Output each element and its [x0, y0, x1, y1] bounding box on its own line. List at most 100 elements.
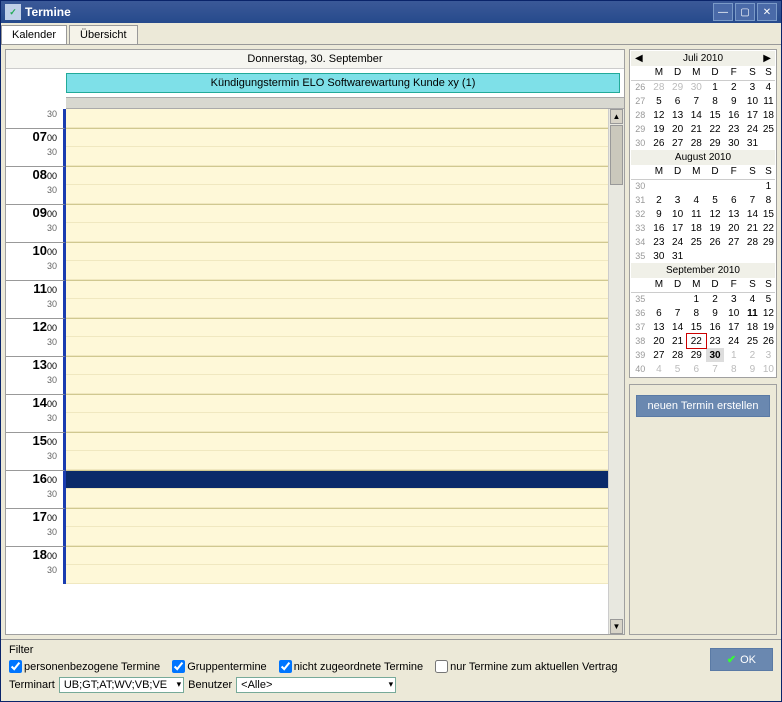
time-slot[interactable]: [66, 489, 624, 508]
scroll-up-icon[interactable]: ▲: [610, 109, 623, 124]
calendar-day[interactable]: 14: [687, 108, 706, 122]
calendar-day[interactable]: 18: [762, 108, 775, 122]
time-grid[interactable]: 3007003008003009003010003011003012003013…: [6, 109, 624, 634]
minimize-button[interactable]: —: [713, 3, 733, 21]
calendar-day[interactable]: 30: [650, 249, 669, 263]
close-button[interactable]: ✕: [757, 3, 777, 21]
time-slot[interactable]: [66, 565, 624, 584]
time-slot[interactable]: [66, 166, 624, 185]
calendar-day[interactable]: 1: [724, 348, 743, 362]
calendar-day[interactable]: 18: [687, 221, 706, 235]
calendar-day[interactable]: 22: [762, 221, 775, 235]
calendar-day[interactable]: 18: [743, 320, 762, 334]
calendar-day[interactable]: 11: [743, 306, 762, 320]
calendar-day[interactable]: 27: [668, 136, 687, 150]
calendar-day[interactable]: 6: [724, 193, 743, 207]
calendar-day[interactable]: 25: [762, 122, 775, 136]
user-dropdown[interactable]: <Alle>: [236, 677, 396, 693]
scroll-thumb[interactable]: [610, 125, 623, 185]
calendar-day[interactable]: 4: [687, 193, 706, 207]
calendar-day[interactable]: 20: [650, 334, 669, 348]
calendar-day[interactable]: 2: [724, 80, 743, 94]
calendar-day[interactable]: 2: [743, 348, 762, 362]
calendar-day[interactable]: 26: [706, 235, 725, 249]
calendar-day[interactable]: 29: [687, 348, 706, 362]
time-slot[interactable]: [66, 356, 624, 375]
checkbox-personal[interactable]: personenbezogene Termine: [9, 660, 160, 673]
calendar-day[interactable]: 14: [743, 207, 762, 221]
calendar-day[interactable]: 4: [650, 362, 669, 376]
calendar-day[interactable]: 25: [743, 334, 762, 348]
calendar-day[interactable]: 29: [668, 80, 687, 94]
calendar-day[interactable]: 14: [668, 320, 687, 334]
calendar-day[interactable]: 27: [650, 348, 669, 362]
calendar-day[interactable]: 1: [687, 292, 706, 306]
time-slot[interactable]: [66, 470, 624, 489]
calendar-day[interactable]: 24: [743, 122, 762, 136]
checkbox-group[interactable]: Gruppentermine: [172, 660, 267, 673]
calendar-day[interactable]: 15: [687, 320, 706, 334]
checkbox-unassigned[interactable]: nicht zugeordnete Termine: [279, 660, 423, 673]
prev-month-icon[interactable]: ◀: [633, 53, 645, 64]
calendar-day[interactable]: 1: [762, 179, 775, 193]
calendar-day[interactable]: 11: [687, 207, 706, 221]
calendar-day[interactable]: 15: [762, 207, 775, 221]
type-dropdown[interactable]: UB;GT;AT;WV;VB;VE: [59, 677, 184, 693]
calendar-day[interactable]: 24: [668, 235, 687, 249]
calendar-day[interactable]: 3: [762, 348, 775, 362]
calendar-day[interactable]: 13: [668, 108, 687, 122]
calendar-day[interactable]: 19: [706, 221, 725, 235]
time-slot[interactable]: [66, 299, 624, 318]
calendar-day[interactable]: 6: [687, 362, 706, 376]
time-slot[interactable]: [66, 242, 624, 261]
calendar-day[interactable]: 21: [668, 334, 687, 348]
calendar-day[interactable]: 9: [724, 94, 743, 108]
calendar-day[interactable]: 3: [743, 80, 762, 94]
calendar-day[interactable]: 16: [650, 221, 669, 235]
time-slot[interactable]: [66, 280, 624, 299]
ok-button[interactable]: ✔OK: [710, 648, 773, 671]
time-slot[interactable]: [66, 451, 624, 470]
calendar-day[interactable]: 5: [668, 362, 687, 376]
calendar-day[interactable]: 5: [650, 94, 669, 108]
calendar-day[interactable]: 12: [706, 207, 725, 221]
calendar-day[interactable]: 28: [743, 235, 762, 249]
calendar-day[interactable]: 13: [724, 207, 743, 221]
calendar-day[interactable]: 3: [668, 193, 687, 207]
calendar-day[interactable]: 19: [650, 122, 669, 136]
new-appointment-button[interactable]: neuen Termin erstellen: [636, 395, 770, 417]
allday-appointment[interactable]: Kündigungstermin ELO Softwarewartung Kun…: [66, 73, 620, 93]
time-slot[interactable]: [66, 128, 624, 147]
tab-overview[interactable]: Übersicht: [69, 25, 137, 44]
calendar-day[interactable]: 24: [724, 334, 743, 348]
calendar-day[interactable]: 15: [706, 108, 725, 122]
calendar-day[interactable]: 29: [706, 136, 725, 150]
calendar-day[interactable]: 17: [743, 108, 762, 122]
maximize-button[interactable]: ▢: [735, 3, 755, 21]
calendar-day[interactable]: 23: [724, 122, 743, 136]
calendar-day[interactable]: 26: [650, 136, 669, 150]
calendar-day[interactable]: 31: [743, 136, 762, 150]
calendar-day[interactable]: 17: [668, 221, 687, 235]
calendar-day[interactable]: 10: [668, 207, 687, 221]
calendar-day[interactable]: 12: [762, 306, 775, 320]
calendar-day[interactable]: 12: [650, 108, 669, 122]
calendar-day[interactable]: 16: [706, 320, 725, 334]
calendar-day[interactable]: 2: [706, 292, 725, 306]
calendar-day[interactable]: 10: [724, 306, 743, 320]
calendar-day[interactable]: 9: [650, 207, 669, 221]
time-slot[interactable]: [66, 508, 624, 527]
calendar-day[interactable]: 30: [724, 136, 743, 150]
checkbox-contract-only[interactable]: nur Termine zum aktuellen Vertrag: [435, 660, 617, 673]
time-slot[interactable]: [66, 546, 624, 565]
calendar-day[interactable]: 25: [687, 235, 706, 249]
time-slot[interactable]: [66, 147, 624, 166]
time-slot[interactable]: [66, 394, 624, 413]
next-month-icon[interactable]: ▶: [761, 53, 773, 64]
calendar-day[interactable]: 4: [743, 292, 762, 306]
time-slot[interactable]: [66, 204, 624, 223]
calendar-day[interactable]: 10: [743, 94, 762, 108]
time-slot[interactable]: [66, 185, 624, 204]
calendar-day[interactable]: 7: [687, 94, 706, 108]
calendar-day[interactable]: 20: [668, 122, 687, 136]
